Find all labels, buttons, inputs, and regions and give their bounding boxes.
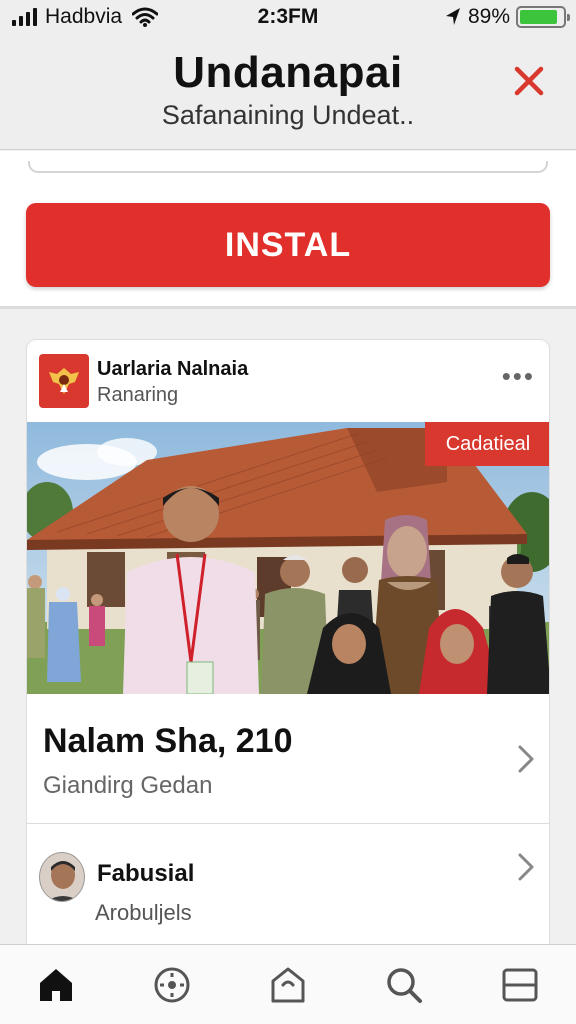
avatar (39, 852, 85, 902)
search-icon[interactable] (384, 965, 424, 1005)
event-title: Nalam Sha, 210 (43, 722, 293, 760)
location-arrow-icon (445, 8, 460, 25)
battery-fill (520, 10, 558, 24)
page-name[interactable]: Uarlaria Nalnaia (97, 358, 248, 381)
status-right: 89% (444, 5, 570, 29)
bottom-nav (0, 944, 576, 1024)
event-location: Giandirg Gedan (43, 772, 213, 799)
battery-icon (516, 6, 570, 28)
more-options-button[interactable]: ••• (502, 363, 535, 389)
install-button[interactable]: INSTAL (26, 203, 550, 287)
user-row[interactable]: Fabusial Arobuljels (27, 824, 549, 944)
page-logo[interactable] (39, 354, 89, 408)
card-header: Uarlaria Nalnaia Ranaring ••• (27, 340, 549, 422)
post-card: Uarlaria Nalnaia Ranaring ••• Cadatieal … (26, 339, 550, 944)
photo-badge: Cadatieal (425, 422, 549, 466)
layout-icon[interactable] (500, 965, 540, 1005)
previous-card-edge (28, 161, 548, 173)
user-subtitle: Arobuljels (95, 900, 192, 925)
page-category: Ranaring (97, 384, 179, 406)
chevron-right-icon (518, 745, 534, 773)
post-photo[interactable]: Cadatieal (27, 422, 549, 694)
battery-percent: 89% (467, 5, 510, 28)
page-title: Undanapai (173, 48, 403, 97)
compass-icon[interactable] (152, 965, 192, 1005)
page-subtitle: Safanaining Undeat.. (161, 100, 415, 130)
tag-home-icon[interactable] (268, 965, 308, 1005)
status-bar: Hadbvia 2:3FM 89% (0, 0, 576, 34)
close-button[interactable] (512, 64, 546, 98)
chevron-right-icon (518, 853, 534, 881)
garuda-emblem-icon (49, 368, 79, 394)
content-area[interactable]: INSTAL Uarlaria Nalnaia Ranaring ••• Cad… (0, 151, 576, 944)
app-header: Undanapai Safanaining Undeat.. (0, 34, 576, 150)
avatar-image (40, 853, 84, 901)
install-panel: INSTAL (0, 151, 576, 309)
event-row[interactable]: Nalam Sha, 210 Giandirg Gedan (27, 694, 549, 824)
home-icon[interactable] (36, 965, 76, 1005)
user-name: Fabusial (97, 860, 195, 887)
